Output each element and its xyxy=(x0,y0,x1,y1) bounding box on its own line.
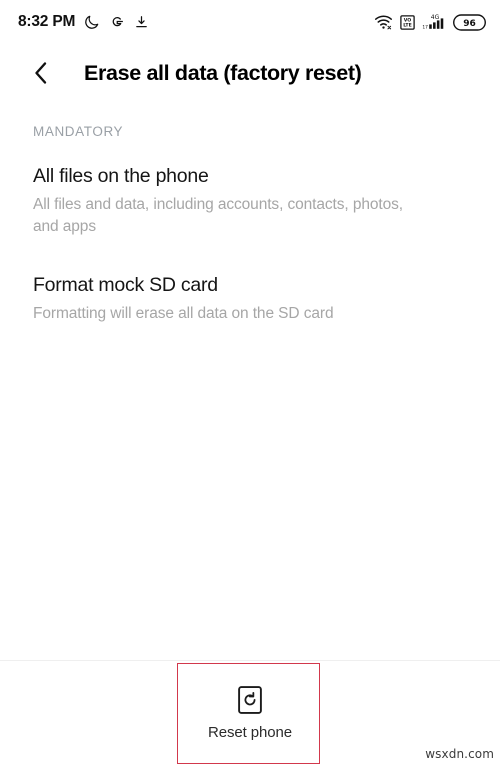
page-title: Erase all data (factory reset) xyxy=(84,60,362,85)
download-icon xyxy=(134,14,149,30)
svg-text:LTE: LTE xyxy=(403,22,412,28)
app-toolbar: Erase all data (factory reset) xyxy=(0,44,500,102)
status-bar: 8:32 PM VO LTE 4G 17 96 xyxy=(0,0,500,44)
status-clock: 8:32 PM xyxy=(18,13,76,30)
watermark: wsxdn.com xyxy=(425,747,494,761)
list-item-title: All files on the phone xyxy=(33,165,209,187)
svg-text:17: 17 xyxy=(422,24,428,30)
google-g-icon xyxy=(109,14,125,30)
do-not-disturb-moon-icon xyxy=(84,14,100,30)
back-button[interactable] xyxy=(30,56,64,90)
list-item-title: Format mock SD card xyxy=(33,274,218,296)
svg-text:4G: 4G xyxy=(431,14,440,21)
volte-icon: VO LTE xyxy=(400,14,415,30)
mandatory-items-list: All files on the phone All files and dat… xyxy=(0,165,500,325)
list-item-all-files[interactable]: All files on the phone All files and dat… xyxy=(0,165,500,238)
list-item-description: Formatting will erase all data on the SD… xyxy=(33,305,334,322)
status-bar-right: VO LTE 4G 17 96 xyxy=(374,13,486,31)
wifi-icon xyxy=(374,14,393,30)
battery-percent-label: 96 xyxy=(463,19,476,29)
battery-icon: 96 xyxy=(453,13,486,31)
svg-text:VO: VO xyxy=(404,17,411,23)
reset-phone-label: Reset phone xyxy=(208,724,292,741)
list-item-description: All files and data, including accounts, … xyxy=(33,196,403,235)
cellular-signal-icon: 4G 17 xyxy=(422,13,446,31)
reset-phone-button[interactable]: Reset phone xyxy=(179,663,322,763)
chevron-left-icon xyxy=(35,62,47,84)
section-label-mandatory: MANDATORY xyxy=(33,124,124,139)
phone-reset-icon xyxy=(237,685,263,715)
status-bar-left: 8:32 PM xyxy=(18,13,149,31)
list-item-format-sd-card[interactable]: Format mock SD card Formatting will eras… xyxy=(0,274,500,325)
